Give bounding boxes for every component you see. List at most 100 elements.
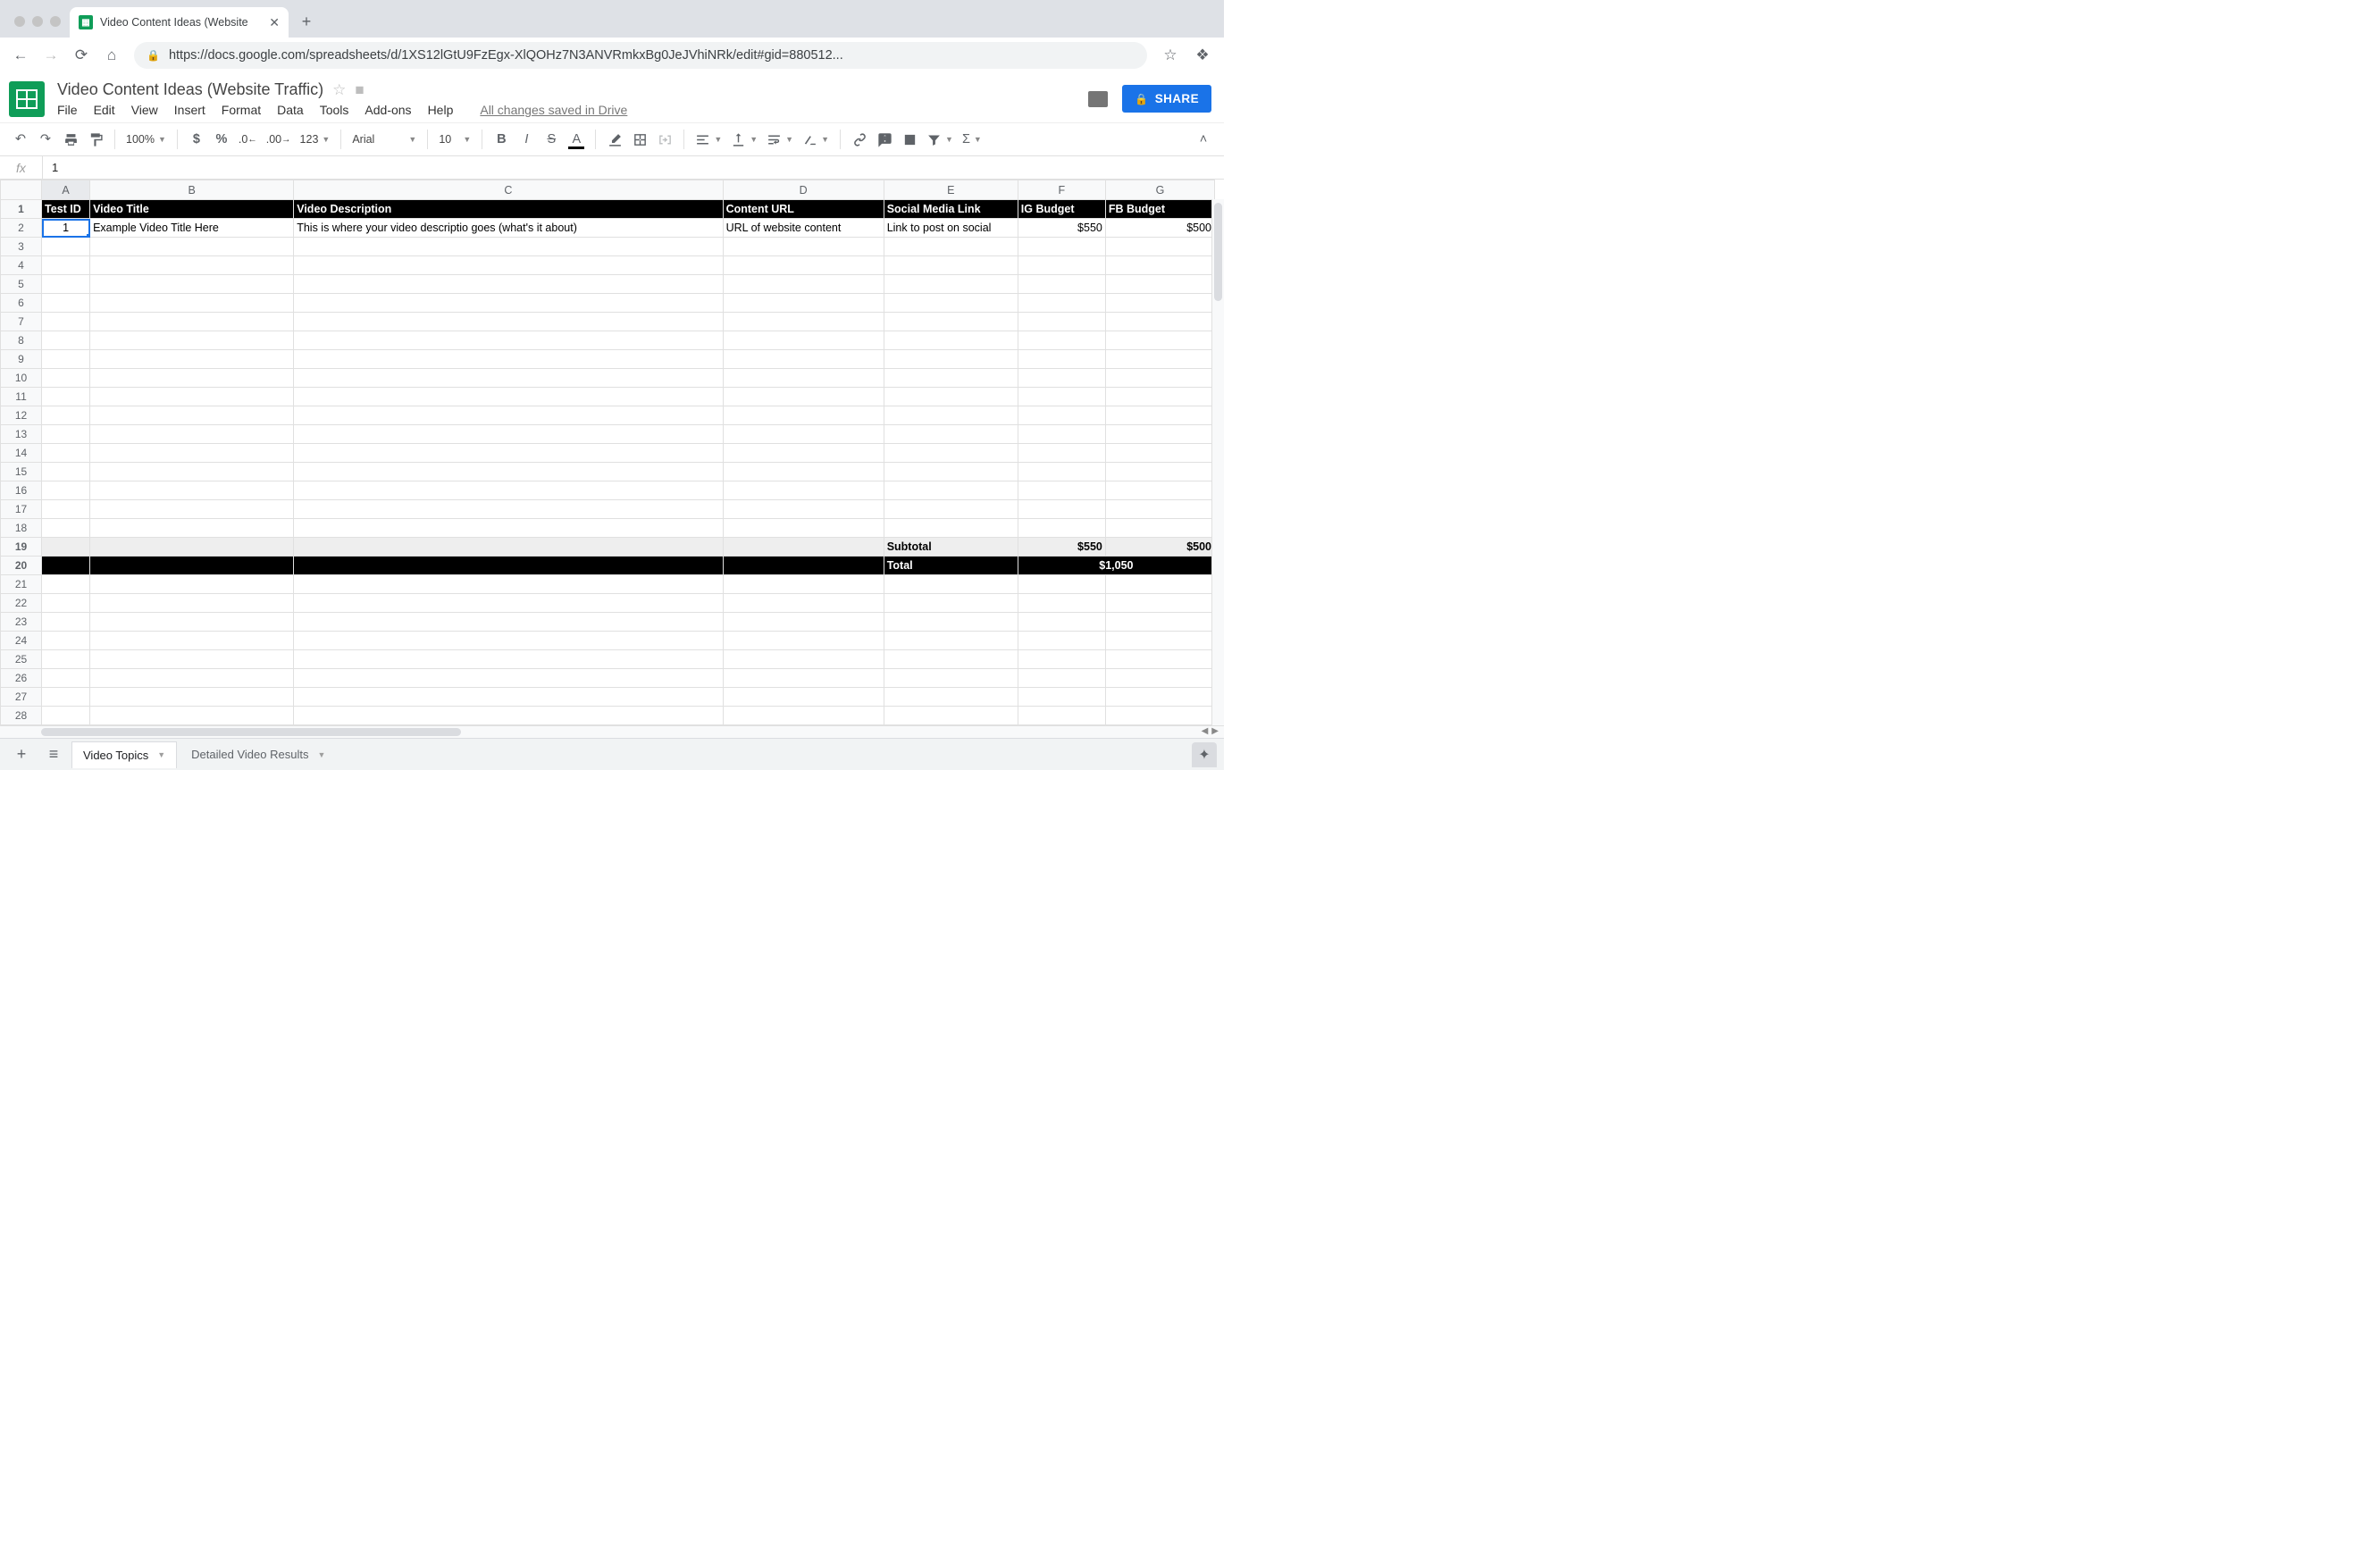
row[interactable]: 12 — [1, 406, 1215, 425]
filter-button[interactable]: ▼ — [923, 128, 957, 151]
cell[interactable] — [1105, 575, 1214, 594]
cell[interactable] — [1105, 594, 1214, 613]
cell[interactable] — [294, 613, 723, 632]
cell[interactable] — [1018, 331, 1105, 350]
comment-button[interactable] — [873, 128, 896, 151]
cell[interactable] — [884, 688, 1018, 707]
cell[interactable] — [1018, 369, 1105, 388]
cell[interactable] — [884, 632, 1018, 650]
wrap-button[interactable]: ▼ — [763, 128, 797, 151]
row[interactable]: 8 — [1, 331, 1215, 350]
cell[interactable] — [723, 538, 884, 557]
row-header[interactable]: 5 — [1, 275, 42, 294]
fill-color-button[interactable] — [603, 128, 626, 151]
cell[interactable] — [42, 632, 90, 650]
extension-icon[interactable]: ❖ — [1194, 46, 1211, 64]
cell[interactable] — [1018, 500, 1105, 519]
cell[interactable] — [294, 388, 723, 406]
row[interactable]: 22 — [1, 594, 1215, 613]
cell[interactable]: URL of website content — [723, 219, 884, 238]
cell[interactable] — [1105, 632, 1214, 650]
cell[interactable] — [723, 650, 884, 669]
window-controls[interactable] — [7, 16, 70, 38]
menu-view[interactable]: View — [131, 103, 158, 117]
horizontal-scrollbar[interactable]: ◀▶ — [0, 725, 1224, 738]
cell[interactable] — [1018, 650, 1105, 669]
bookmark-star-icon[interactable]: ☆ — [1161, 46, 1179, 64]
row-header[interactable]: 11 — [1, 388, 42, 406]
cell[interactable] — [1105, 369, 1214, 388]
cell[interactable] — [294, 463, 723, 481]
row-header[interactable]: 2 — [1, 219, 42, 238]
cell[interactable] — [1105, 688, 1214, 707]
row[interactable]: 7 — [1, 313, 1215, 331]
cell[interactable] — [723, 444, 884, 463]
cell[interactable] — [294, 688, 723, 707]
cell[interactable] — [294, 632, 723, 650]
cell[interactable] — [1105, 519, 1214, 538]
cell[interactable]: Subtotal — [884, 538, 1018, 557]
cell[interactable] — [294, 481, 723, 500]
merge-button[interactable] — [653, 128, 676, 151]
cell[interactable] — [1018, 613, 1105, 632]
col-head-G[interactable]: G — [1105, 180, 1214, 200]
cell[interactable] — [90, 256, 294, 275]
share-button[interactable]: 🔒 SHARE — [1122, 85, 1211, 113]
row-header[interactable]: 21 — [1, 575, 42, 594]
cell[interactable] — [1105, 256, 1214, 275]
cell[interactable] — [1018, 463, 1105, 481]
cell[interactable] — [1105, 500, 1214, 519]
chart-button[interactable] — [898, 128, 921, 151]
cell[interactable] — [1018, 669, 1105, 688]
row-header[interactable]: 12 — [1, 406, 42, 425]
spreadsheet-table[interactable]: A B C D E F G 1Test IDVideo TitleVideo D… — [0, 180, 1215, 725]
cell[interactable] — [1105, 444, 1214, 463]
row[interactable]: 25 — [1, 650, 1215, 669]
cell[interactable] — [42, 444, 90, 463]
row-header[interactable]: 14 — [1, 444, 42, 463]
row[interactable]: 10 — [1, 369, 1215, 388]
row[interactable]: 21Example Video Title HereThis is where … — [1, 219, 1215, 238]
dec-decrease-button[interactable]: .0← — [235, 128, 261, 151]
cell[interactable] — [1105, 463, 1214, 481]
cell[interactable] — [723, 388, 884, 406]
cell[interactable] — [884, 500, 1018, 519]
cell[interactable] — [1018, 406, 1105, 425]
functions-button[interactable]: Σ▼ — [959, 128, 985, 151]
column-headers[interactable]: A B C D E F G — [1, 180, 1215, 200]
cell[interactable] — [1018, 575, 1105, 594]
row-header[interactable]: 20 — [1, 557, 42, 575]
cell[interactable] — [723, 369, 884, 388]
cell[interactable] — [884, 707, 1018, 725]
menu-tools[interactable]: Tools — [320, 103, 349, 117]
cell[interactable]: $500 — [1105, 219, 1214, 238]
row-header[interactable]: 17 — [1, 500, 42, 519]
cell[interactable]: Content URL — [723, 200, 884, 219]
comments-icon[interactable] — [1088, 91, 1108, 107]
cell[interactable] — [42, 331, 90, 350]
cell[interactable] — [294, 275, 723, 294]
redo-button[interactable]: ↷ — [34, 128, 57, 151]
cell[interactable] — [884, 463, 1018, 481]
cell[interactable] — [1018, 350, 1105, 369]
cell[interactable] — [294, 707, 723, 725]
browser-tab[interactable]: ▦ Video Content Ideas (Website ✕ — [70, 7, 289, 38]
cell[interactable] — [723, 350, 884, 369]
cell[interactable] — [42, 613, 90, 632]
cell[interactable] — [723, 406, 884, 425]
cell[interactable]: Total — [884, 557, 1018, 575]
row[interactable]: 15 — [1, 463, 1215, 481]
cell[interactable] — [90, 519, 294, 538]
zoom-select[interactable]: 100%▼ — [122, 128, 170, 151]
cell[interactable] — [294, 444, 723, 463]
cell[interactable] — [90, 388, 294, 406]
row[interactable]: 19Subtotal$550$500 — [1, 538, 1215, 557]
row-header[interactable]: 27 — [1, 688, 42, 707]
font-select[interactable]: Arial▼ — [348, 128, 420, 151]
cell[interactable] — [723, 557, 884, 575]
back-button[interactable]: ← — [13, 46, 29, 64]
cell[interactable] — [1018, 238, 1105, 256]
cell[interactable] — [42, 669, 90, 688]
cell[interactable] — [90, 707, 294, 725]
cell[interactable] — [1105, 425, 1214, 444]
